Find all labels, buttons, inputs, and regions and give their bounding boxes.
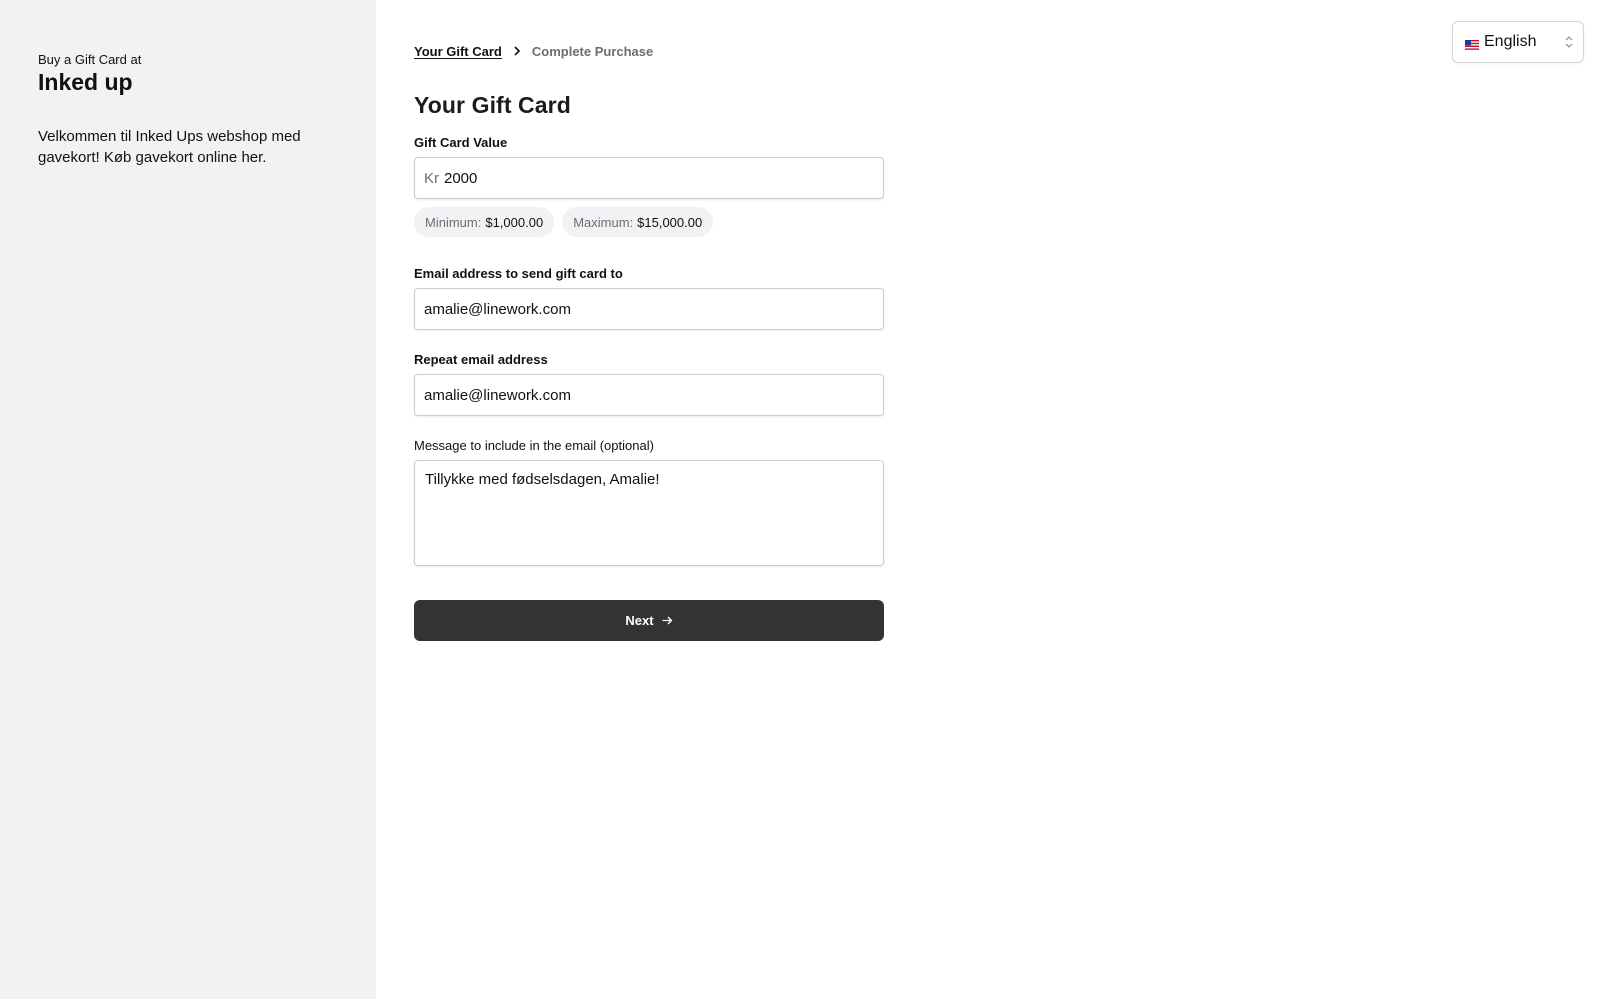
breadcrumb: Your Gift Card Complete Purchase: [414, 42, 1600, 60]
page: Buy a Gift Card at Inked up Velkommen ti…: [0, 0, 1600, 999]
gift-card-value-input[interactable]: Kr 2000: [414, 157, 884, 199]
maximum-key: Maximum:: [573, 214, 634, 230]
minimum-key: Minimum:: [425, 214, 482, 230]
email-value: amalie@linework.com: [424, 300, 571, 318]
page-title: Your Gift Card: [414, 92, 571, 118]
language-select[interactable]: English: [1452, 21, 1584, 63]
email-block: Email address to send gift card to amali…: [414, 266, 1600, 330]
arrow-right-icon: [662, 613, 673, 628]
email-field[interactable]: amalie@linework.com: [414, 288, 884, 330]
next-button[interactable]: Next: [414, 600, 884, 641]
message-label: Message to include in the email (optiona…: [414, 438, 654, 453]
chevron-right-icon: [502, 46, 532, 56]
shop-name: Inked up: [38, 69, 133, 95]
sidebar-pre-title: Buy a Gift Card at: [38, 52, 142, 67]
breadcrumb-your-gift-card[interactable]: Your Gift Card: [414, 44, 502, 59]
value-limits: Minimum: $1,000.00 Maximum: $15,000.00: [414, 207, 1600, 237]
repeat-email-block: Repeat email address amalie@linework.com: [414, 352, 1600, 416]
minimum-value: $1,000.00: [485, 214, 544, 230]
breadcrumb-complete-purchase: Complete Purchase: [531, 43, 654, 59]
maximum-chip: Maximum: $15,000.00: [562, 207, 714, 237]
currency-prefix: Kr: [424, 169, 439, 187]
us-flag-icon: [1465, 37, 1479, 50]
message-textarea[interactable]: Tillykke med fødselsdagen, Amalie!: [414, 460, 884, 566]
gift-card-value-label: Gift Card Value: [414, 135, 508, 150]
message-value: Tillykke med fødselsdagen, Amalie!: [425, 471, 660, 488]
email-label: Email address to send gift card to: [414, 266, 623, 281]
main-content: Your Gift Card Complete Purchase English: [376, 0, 1600, 999]
language-label: English: [1484, 33, 1537, 50]
welcome-text: Velkommen til Inked Ups webshop med gave…: [38, 128, 301, 166]
select-arrows-icon: [1565, 36, 1573, 48]
next-label: Next: [625, 613, 654, 628]
minimum-chip: Minimum: $1,000.00: [414, 207, 555, 237]
message-block: Message to include in the email (optiona…: [414, 438, 1600, 566]
sidebar: Buy a Gift Card at Inked up Velkommen ti…: [0, 0, 376, 999]
gift-card-value: 2000: [444, 169, 478, 187]
maximum-value: $15,000.00: [637, 214, 703, 230]
repeat-email-value: amalie@linework.com: [424, 386, 571, 404]
repeat-email-field[interactable]: amalie@linework.com: [414, 374, 884, 416]
repeat-email-label: Repeat email address: [414, 352, 548, 367]
